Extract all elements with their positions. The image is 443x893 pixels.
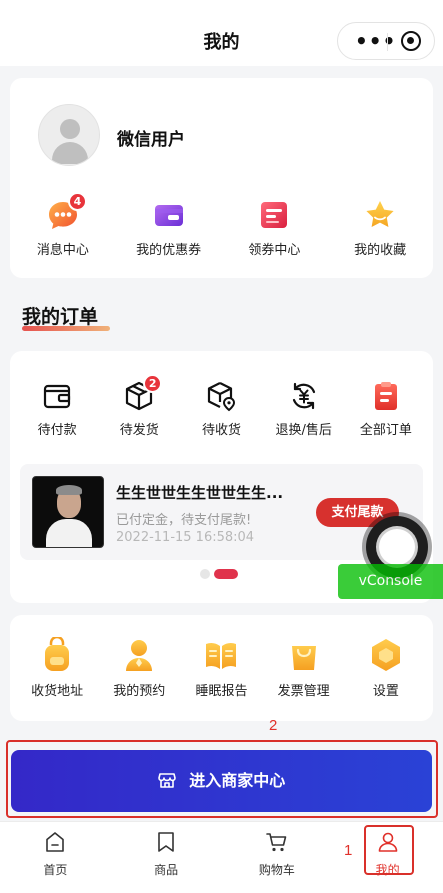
quick-link-label: 领券中心 — [248, 243, 301, 258]
order-status-to-receive[interactable]: 待收货 — [180, 380, 262, 438]
enter-merchant-center-label: 进入商家中心 — [189, 771, 286, 790]
cart-icon — [266, 833, 287, 852]
order-status-pending-payment[interactable]: 待付款 — [16, 380, 98, 438]
tab-label: 购物车 — [258, 863, 295, 877]
avatar[interactable] — [38, 104, 100, 166]
quick-link-label: 消息中心 — [36, 243, 89, 258]
tab-home[interactable]: 首页 — [0, 822, 111, 893]
tool-label: 睡眠报告 — [195, 684, 248, 699]
coupon-icon — [154, 205, 183, 226]
order-item-time: 2022-11-15 16:58:04 — [116, 530, 255, 545]
order-status-row: 待付款 2 待发货 待收货 退换/售后 全部订单 — [16, 374, 427, 438]
order-item-status: 已付定金，待支付尾款! — [116, 513, 252, 528]
refund-icon — [292, 382, 315, 410]
tool-address[interactable]: 收货地址 — [16, 637, 98, 699]
order-status-to-ship[interactable]: 2 待发货 — [98, 374, 180, 438]
thumbnail-hair-shape — [56, 485, 82, 495]
avatar-body-shape — [52, 142, 88, 164]
thumbnail-shirt-shape — [46, 519, 92, 547]
invoice-bag-icon — [291, 646, 316, 670]
order-item-card[interactable]: 生生世世生生世世生生... 已付定金，待支付尾款! 2022-11-15 16:… — [20, 464, 423, 560]
order-status-refund[interactable]: 退换/售后 — [263, 380, 345, 438]
order-status-label: 全部订单 — [359, 423, 412, 438]
mini-program-close-icon[interactable] — [401, 31, 421, 51]
enter-merchant-center-button[interactable]: 进入商家中心 — [11, 750, 432, 812]
wallet-icon — [43, 384, 71, 409]
to-ship-count-badge: 2 — [143, 374, 163, 393]
tab-cart[interactable]: 购物车 — [222, 822, 333, 893]
message-count-badge: 4 — [68, 192, 87, 211]
tool-label: 我的预约 — [113, 684, 166, 699]
delivery-box-icon — [208, 382, 236, 412]
tools-card: 收货地址 我的预约 睡眠报告 发票管理 设置 — [10, 615, 433, 721]
star-icon — [366, 201, 394, 227]
order-status-all[interactable]: 全部订单 — [345, 380, 427, 438]
more-dots-icon[interactable]: ••• — [355, 29, 396, 53]
tool-settings[interactable]: 设置 — [345, 637, 427, 699]
tab-label: 商品 — [154, 863, 179, 877]
tool-sleep-report[interactable]: 睡眠报告 — [180, 637, 262, 699]
quick-link-favorites[interactable]: 我的收藏 — [327, 198, 433, 258]
annotation-number-2: 2 — [269, 717, 278, 734]
tools-row: 收货地址 我的预约 睡眠报告 发票管理 设置 — [16, 637, 427, 699]
tab-products[interactable]: 商品 — [111, 822, 222, 893]
address-backpack-icon — [45, 637, 70, 671]
order-status-label: 待付款 — [37, 423, 77, 438]
mini-program-capsule: ••• — [337, 22, 435, 60]
orders-section-title: 我的订单 — [22, 302, 110, 331]
order-list-icon — [374, 382, 397, 410]
coupon-center-icon — [261, 202, 288, 228]
bookmark-icon — [158, 832, 174, 852]
navigation-bar: 我的 ••• — [0, 0, 443, 66]
store-icon — [157, 773, 176, 788]
annotation-box-mine-tab — [364, 825, 414, 875]
indicator-dot-active — [214, 569, 238, 579]
quick-links: 4 消息中心 我的优惠券 领券中心 我的收藏 — [10, 192, 433, 258]
quick-link-coupon-center[interactable]: 领券中心 — [222, 198, 328, 258]
order-item-title: 生生世世生生世世生生... — [116, 484, 284, 502]
quick-link-message-center[interactable]: 4 消息中心 — [10, 192, 116, 258]
order-status-label: 退换/售后 — [275, 423, 332, 438]
quick-link-coupons[interactable]: 我的优惠券 — [116, 198, 222, 258]
orders-section-title-text: 我的订单 — [22, 306, 99, 328]
settings-hexagon-icon — [371, 639, 400, 671]
avatar-head-shape — [60, 119, 80, 139]
tool-label: 设置 — [372, 684, 399, 699]
capsule-divider — [387, 33, 388, 51]
profile-card: 微信用户 4 消息中心 我的优惠券 领券中心 我的收藏 — [10, 78, 433, 278]
username[interactable]: 微信用户 — [117, 125, 185, 150]
annotation-number-1: 1 — [344, 842, 353, 859]
product-thumbnail — [32, 476, 104, 548]
tool-invoice[interactable]: 发票管理 — [263, 637, 345, 699]
order-status-label: 待发货 — [119, 423, 159, 438]
tool-label: 发票管理 — [277, 684, 330, 699]
quick-link-label: 我的收藏 — [354, 243, 407, 258]
order-status-label: 待收货 — [201, 423, 241, 438]
indicator-dot — [200, 569, 210, 579]
quick-link-label: 我的优惠券 — [136, 243, 202, 258]
tool-appointment[interactable]: 我的预约 — [98, 637, 180, 699]
appointment-person-icon — [126, 640, 153, 671]
book-report-icon — [206, 642, 237, 669]
vconsole-button[interactable]: vConsole — [338, 564, 443, 599]
tool-label: 收货地址 — [31, 684, 84, 699]
tab-label: 首页 — [43, 863, 68, 877]
home-icon — [46, 832, 65, 852]
